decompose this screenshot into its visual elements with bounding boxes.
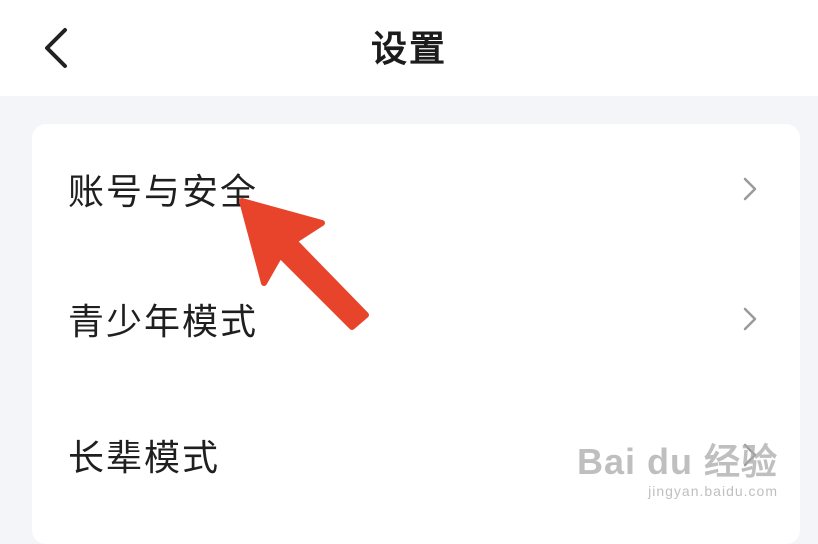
chevron-right-icon	[743, 177, 757, 201]
chevron-right-icon	[743, 307, 757, 331]
watermark-logo: Bai du 经验	[576, 441, 778, 482]
watermark: Bai du 经验 jingyan.baidu.com	[577, 442, 778, 500]
red-pointer-arrow	[239, 198, 369, 330]
top-nav-bar: 设置	[0, 0, 818, 96]
settings-item-account-security[interactable]: 账号与安全	[32, 124, 800, 254]
watermark-url: jingyan.baidu.com	[648, 483, 778, 499]
settings-item-teen-mode[interactable]: 青少年模式	[32, 254, 800, 384]
settings-item-label: 长辈模式	[68, 438, 221, 479]
page-title: 设置	[370, 29, 447, 70]
